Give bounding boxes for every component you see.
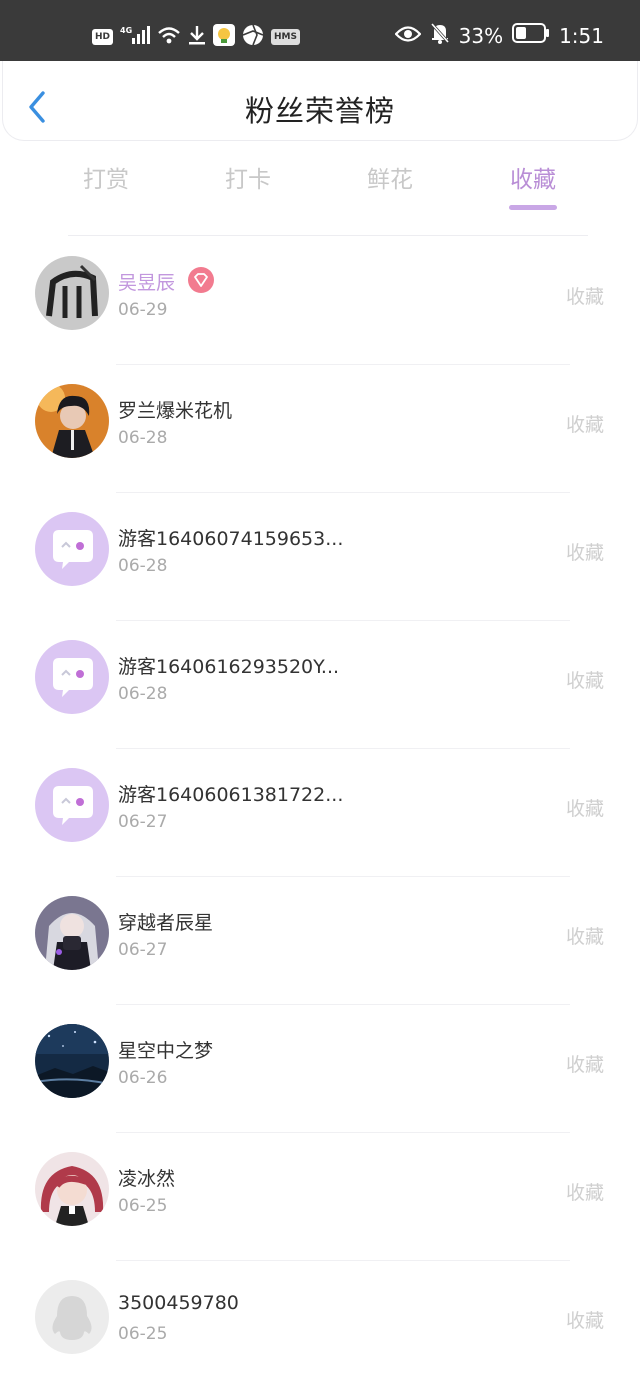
list-item[interactable]: 星空中之梦 06-26 收藏: [0, 1005, 640, 1133]
default-penguin-avatar[interactable]: [35, 1280, 109, 1354]
battery-icon: [512, 23, 550, 48]
ink-art-avatar[interactable]: [35, 256, 109, 330]
user-name[interactable]: 罗兰爆米花机: [118, 396, 232, 423]
night-sky-avatar[interactable]: [35, 1024, 109, 1098]
favorite-date: 06-28: [118, 684, 168, 704]
user-name[interactable]: 穿越者辰星: [118, 908, 213, 935]
wifi-icon: [157, 25, 181, 49]
action-label: 收藏: [565, 1182, 604, 1204]
anime-girl-red-avatar[interactable]: [35, 1152, 109, 1226]
list-item[interactable]: 游客16406074159653... 06-28 收藏: [0, 493, 640, 621]
favorite-date: 06-28: [118, 556, 168, 576]
status-bar: HD 4G HMS 33% 1:51: [0, 0, 640, 61]
action-label: 收藏: [565, 1054, 604, 1076]
diamond-badge-icon: [188, 267, 214, 293]
list-item[interactable]: 游客1640616293520Y... 06-28 收藏: [0, 621, 640, 749]
active-tab-indicator: [509, 205, 557, 210]
favorite-date: 06-25: [118, 1324, 168, 1344]
status-icons-left: HD 4G HMS: [92, 24, 300, 50]
list-item[interactable]: 凌冰然 06-25 收藏: [0, 1133, 640, 1261]
list-item[interactable]: 穿越者辰星 06-27 收藏: [0, 877, 640, 1005]
user-name[interactable]: 游客16406061381722...: [118, 780, 343, 807]
favorite-date: 06-26: [118, 1068, 168, 1088]
battery-percent: 33%: [458, 23, 504, 48]
user-name[interactable]: 游客16406074159653...: [118, 524, 343, 551]
tab-checkin[interactable]: 打卡: [198, 160, 298, 194]
network-type: 4G: [120, 26, 132, 35]
list-item[interactable]: 罗兰爆米花机 06-28 收藏: [0, 365, 640, 493]
guest-bubble-avatar[interactable]: [35, 768, 109, 842]
tab-reward[interactable]: 打赏: [56, 160, 156, 194]
download-icon: [188, 25, 206, 49]
page-title: 粉丝荣誉榜: [244, 94, 395, 128]
status-icons-right: 33% 1:51: [394, 22, 604, 49]
page-header: 粉丝荣誉榜: [2, 61, 638, 141]
hd-icon: HD: [92, 29, 114, 45]
guest-bubble-avatar[interactable]: [35, 640, 109, 714]
favorite-date: 06-28: [118, 428, 168, 448]
user-name[interactable]: 游客1640616293520Y...: [118, 652, 339, 679]
list-item[interactable]: 游客16406061381722... 06-27 收藏: [0, 749, 640, 877]
favorite-date: 06-25: [118, 1196, 168, 1216]
favorite-date: 06-29: [118, 300, 168, 320]
signal-icon: 4G: [120, 25, 151, 49]
action-label: 收藏: [565, 286, 604, 308]
tab-bar: 打赏 打卡 鲜花 收藏: [0, 160, 640, 220]
favorite-date: 06-27: [118, 812, 168, 832]
action-label: 收藏: [565, 798, 604, 820]
action-label: 收藏: [565, 670, 604, 692]
user-name[interactable]: 星空中之梦: [118, 1036, 213, 1063]
user-name[interactable]: 凌冰然: [118, 1164, 175, 1191]
guest-bubble-avatar[interactable]: [35, 512, 109, 586]
user-name[interactable]: 吴昱辰: [118, 268, 175, 295]
anime-boy-avatar[interactable]: [35, 384, 109, 458]
tab-flowers[interactable]: 鲜花: [340, 160, 440, 194]
tab-favorites[interactable]: 收藏: [483, 160, 583, 194]
action-label: 收藏: [565, 542, 604, 564]
action-label: 收藏: [565, 926, 604, 948]
list-item[interactable]: 吴昱辰 06-29 收藏: [0, 237, 640, 365]
anime-girl-dark-avatar[interactable]: [35, 896, 109, 970]
clock: 1:51: [559, 23, 604, 48]
divider: [68, 235, 588, 236]
mute-bell-icon: [430, 22, 450, 49]
eye-icon: [394, 24, 422, 48]
list-item[interactable]: 3500459780 06-25 收藏: [0, 1261, 640, 1389]
user-name[interactable]: 3500459780: [118, 1292, 239, 1314]
app-notification-icon: [213, 24, 236, 50]
browser-icon: [242, 24, 264, 50]
hms-icon: HMS: [271, 29, 300, 45]
favorite-date: 06-27: [118, 940, 168, 960]
action-label: 收藏: [565, 1310, 604, 1332]
action-label: 收藏: [565, 414, 604, 436]
